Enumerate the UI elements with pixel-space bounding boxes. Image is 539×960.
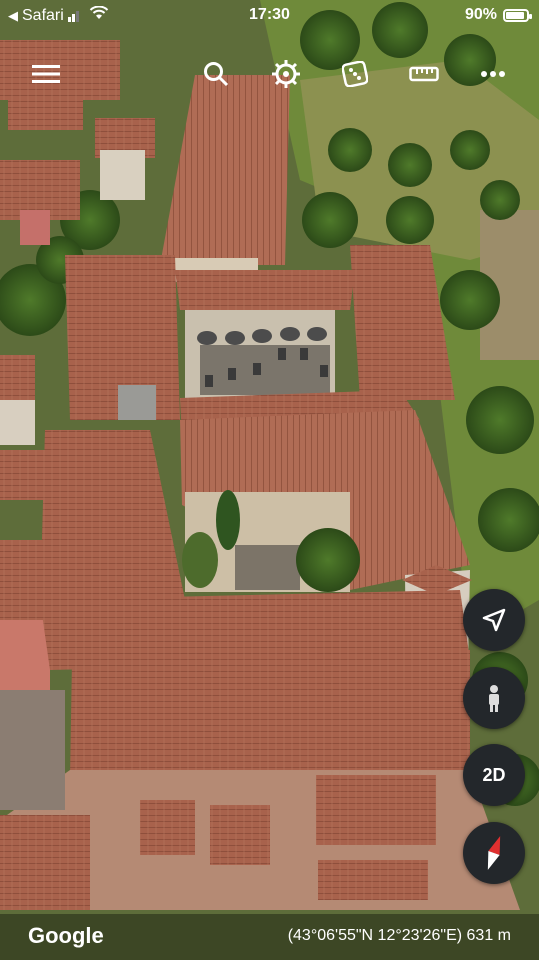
pegman-icon xyxy=(489,685,499,712)
status-time: 17:30 xyxy=(249,6,290,23)
map-toolbar xyxy=(0,56,539,96)
view-mode-label: 2D xyxy=(482,764,506,785)
satellite-imagery[interactable] xyxy=(0,0,539,960)
feeling-lucky-button[interactable] xyxy=(335,56,375,92)
status-bar: ◀ Safari 17:30 90% xyxy=(0,0,539,30)
battery-icon xyxy=(503,8,532,22)
battery-percent: 90% xyxy=(464,6,497,23)
view-mode-toggle[interactable]: 2D xyxy=(463,744,525,806)
my-location-button[interactable] xyxy=(463,589,525,651)
search-button[interactable] xyxy=(196,56,236,92)
google-logo: Google xyxy=(28,923,104,948)
status-right: 90% xyxy=(464,6,532,24)
coordinates-readout: (43°06'55"N 12°23'26"E) 631 m xyxy=(287,927,511,944)
compass-icon xyxy=(487,836,501,870)
battery-fill xyxy=(506,11,524,19)
bottom-info-bar: Google (43°06'55"N 12°23'26"E) 631 m xyxy=(0,914,539,960)
voyager-icon xyxy=(272,60,300,88)
more-options-button[interactable] xyxy=(473,56,513,92)
menu-icon xyxy=(32,65,60,83)
compass-button[interactable] xyxy=(463,822,525,884)
ruler-icon xyxy=(409,66,439,82)
navigation-arrow-icon xyxy=(482,608,506,632)
more-icon xyxy=(481,71,505,77)
voyager-button[interactable] xyxy=(266,56,306,92)
measure-button[interactable] xyxy=(404,56,444,92)
menu-button[interactable] xyxy=(26,56,66,92)
dice-icon xyxy=(342,61,368,87)
street-view-button[interactable] xyxy=(463,667,525,729)
search-icon xyxy=(204,62,229,87)
